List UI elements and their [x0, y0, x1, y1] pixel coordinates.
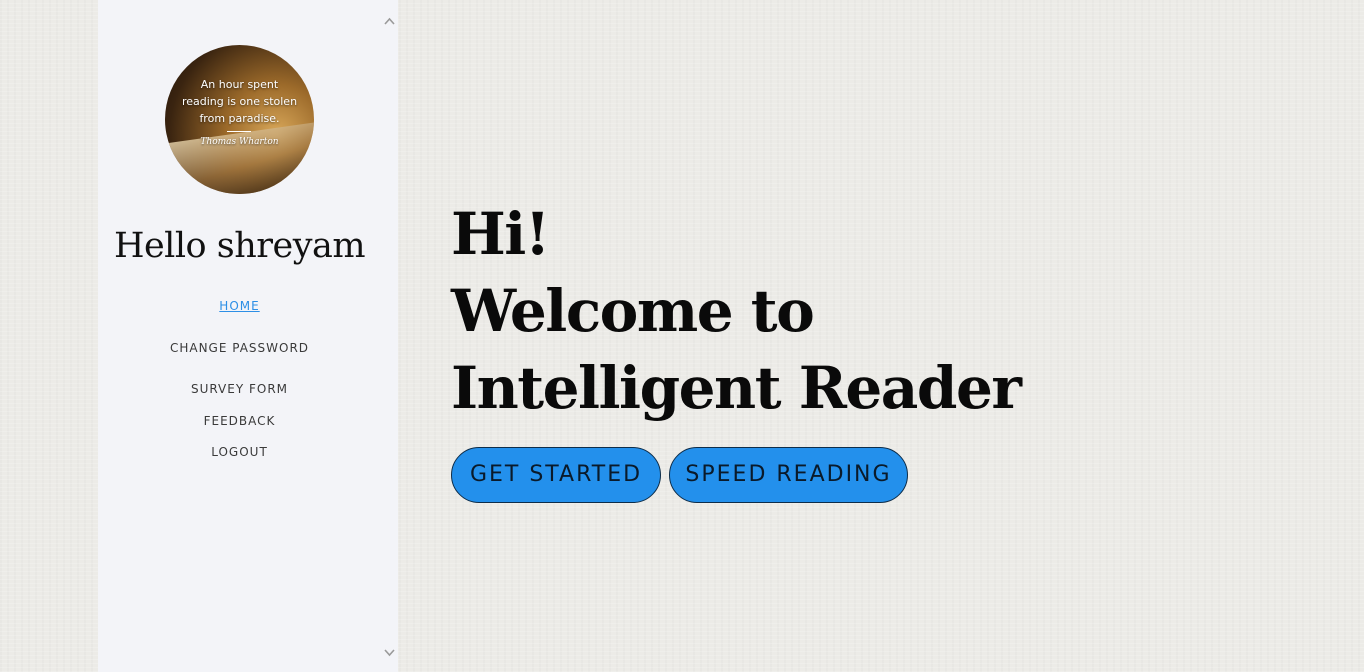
nav-home-link[interactable]: HOME	[98, 299, 381, 313]
headline-line-app-name: Intelligent Reader	[451, 354, 1022, 422]
sidebar: An hour spent reading is one stolen from…	[98, 0, 381, 672]
avatar-quote-author: Thomas Wharton	[200, 137, 279, 147]
chevron-down-icon[interactable]	[381, 644, 398, 661]
book-pages-image	[165, 122, 314, 194]
get-started-button[interactable]: GET STARTED	[451, 447, 661, 503]
nav-logout-link[interactable]: LOGOUT	[98, 445, 381, 459]
welcome-headline: Hi! Welcome to Intelligent Reader	[451, 196, 1022, 427]
nav-change-password-link[interactable]: CHANGE PASSWORD	[98, 341, 381, 355]
nav-survey-form-link[interactable]: SURVEY FORM	[98, 382, 381, 396]
sidebar-scrollbar[interactable]	[381, 0, 398, 672]
quote-divider	[227, 131, 251, 132]
chevron-up-icon[interactable]	[381, 13, 398, 30]
nav-feedback-link[interactable]: FEEDBACK	[98, 414, 381, 428]
speed-reading-button[interactable]: SPEED READING	[669, 447, 908, 503]
headline-line-hi: Hi!	[451, 200, 550, 268]
avatar: An hour spent reading is one stolen from…	[165, 45, 314, 194]
user-greeting: Hello shreyam	[113, 226, 366, 266]
avatar-quote: An hour spent reading is one stolen from…	[181, 78, 298, 125]
headline-line-welcome: Welcome to	[451, 277, 815, 345]
